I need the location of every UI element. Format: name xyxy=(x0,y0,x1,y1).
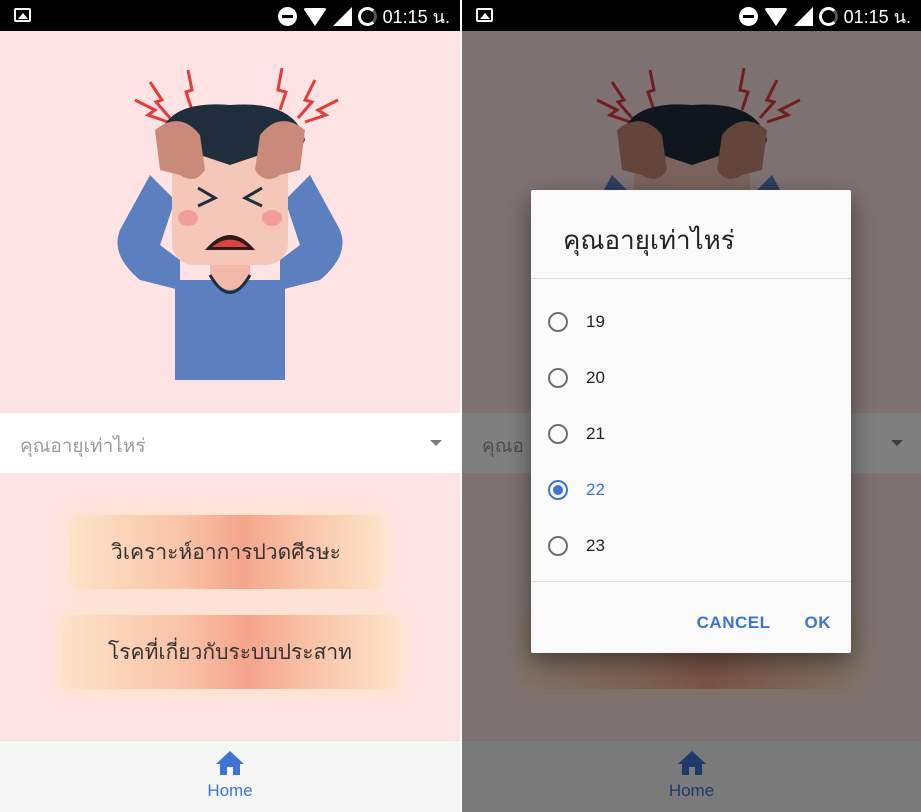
dnd-icon xyxy=(738,6,758,26)
gallery-icon xyxy=(14,8,31,22)
phone-screen-left: × 01:15 น. คุณอายุเท่าไหร่ xyxy=(0,0,460,812)
wifi-icon xyxy=(302,8,327,26)
ok-button[interactable]: OK xyxy=(801,607,836,639)
age-option-label: 22 xyxy=(586,480,605,499)
dialog-title: คุณอายุเท่าไหร่ xyxy=(563,226,735,256)
torso xyxy=(175,280,285,380)
dropdown-caret-icon xyxy=(430,440,442,446)
age-picker-dialog: คุณอายุเท่าไหร่ 19 20 21 22 23 CANCEL OK xyxy=(531,190,851,653)
signal-icon: × xyxy=(332,6,352,26)
age-option-label: 19 xyxy=(586,312,605,331)
cheek-right xyxy=(262,210,282,226)
age-dropdown[interactable]: คุณอายุเท่าไหร่ xyxy=(0,413,460,473)
age-option[interactable]: 19 xyxy=(548,297,834,347)
status-bar: × 01:15 น. xyxy=(0,0,460,31)
battery-icon xyxy=(818,6,838,26)
status-time: 01:15 น. xyxy=(843,6,911,27)
headache-illustration xyxy=(117,67,343,380)
radio-button[interactable] xyxy=(548,424,568,444)
battery-icon xyxy=(357,6,377,26)
pain-spark-right xyxy=(276,67,339,124)
arm-right xyxy=(280,175,343,290)
radio-button[interactable] xyxy=(548,536,568,556)
radio-button[interactable] xyxy=(548,312,568,332)
cheek-left xyxy=(178,210,198,226)
bottom-nav: Home xyxy=(0,740,460,812)
age-option-label: 23 xyxy=(586,536,605,555)
arm-left xyxy=(117,175,180,290)
age-option-label: 21 xyxy=(586,424,605,443)
radio-button[interactable] xyxy=(548,368,568,388)
signal-icon: × xyxy=(793,6,813,26)
age-option-selected[interactable]: 22 xyxy=(548,465,834,515)
gallery-icon xyxy=(476,8,493,22)
status-bar: × 01:15 น. xyxy=(462,0,921,31)
dnd-icon xyxy=(277,6,297,26)
nervous-diseases-button[interactable]: โรคที่เกี่ยวกับระบบประสาท xyxy=(62,615,398,689)
dialog-divider-top xyxy=(531,278,851,279)
analyze-headache-label: วิเคราะห์อาการปวดศีรษะ xyxy=(111,539,341,564)
age-option[interactable]: 21 xyxy=(548,409,834,459)
dialog-divider-bottom xyxy=(531,581,851,582)
phone-screen-right: × 01:15 น. คุณอ xyxy=(462,0,921,812)
age-option[interactable]: 23 xyxy=(548,521,834,571)
age-option-label: 20 xyxy=(586,368,605,387)
dialog-actions: CANCEL OK xyxy=(693,607,835,639)
nav-home-label: Home xyxy=(207,781,253,800)
age-dropdown-placeholder: คุณอายุเท่าไหร่ xyxy=(20,435,146,457)
wifi-icon xyxy=(763,8,788,26)
nervous-diseases-label: โรคที่เกี่ยวกับระบบประสาท xyxy=(107,639,353,664)
nav-item-home[interactable]: Home xyxy=(190,751,270,801)
radio-button-checked[interactable] xyxy=(548,480,568,500)
status-time: 01:15 น. xyxy=(382,6,450,27)
age-option[interactable]: 20 xyxy=(548,353,834,403)
cancel-button[interactable]: CANCEL xyxy=(693,607,775,639)
analyze-headache-button[interactable]: วิเคราะห์อาการปวดศีรษะ xyxy=(70,515,382,589)
home-icon xyxy=(216,751,244,777)
